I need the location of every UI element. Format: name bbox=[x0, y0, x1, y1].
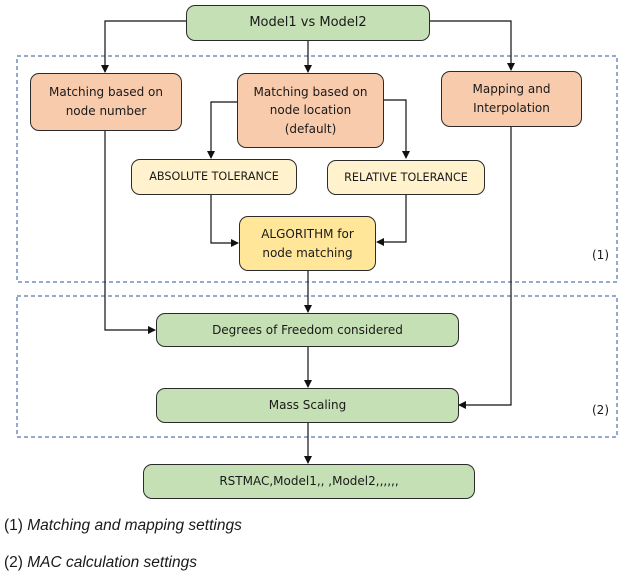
arrow-title-to-match-number bbox=[101, 20, 186, 73]
node-matching-node-number: Matching based on node number bbox=[30, 73, 182, 131]
node-algorithm-node-matching: ALGORITHM for node matching bbox=[239, 216, 376, 271]
node-relative-tolerance: RELATIVE TOLERANCE bbox=[327, 160, 485, 195]
arrow-title-to-mapping bbox=[430, 20, 515, 71]
group-1-label: (1) bbox=[592, 248, 609, 262]
node-matching-node-location: Matching based on node location (default… bbox=[237, 73, 384, 148]
arrow-abs-tol-to-algorithm bbox=[210, 194, 239, 247]
node-absolute-tolerance: ABSOLUTE TOLERANCE bbox=[131, 159, 297, 195]
arrow-rel-tol-to-algorithm bbox=[376, 194, 407, 246]
group-2-label: (2) bbox=[592, 403, 609, 417]
legend-item-2-number: (2) bbox=[4, 554, 23, 571]
node-rstmac-command: RSTMAC,Model1,, ,Model2,,,,,, bbox=[143, 464, 475, 499]
legend-item-2: (2) MAC calculation settings bbox=[4, 554, 197, 572]
legend-item-1-text: Matching and mapping settings bbox=[27, 517, 242, 534]
legend-item-1-number: (1) bbox=[4, 517, 23, 534]
arrow-location-to-abs-tol bbox=[207, 101, 237, 159]
node-model-comparison: Model1 vs Model2 bbox=[186, 5, 430, 41]
node-mass-scaling: Mass Scaling bbox=[156, 388, 459, 423]
node-degrees-of-freedom: Degrees of Freedom considered bbox=[156, 313, 459, 347]
legend-item-2-text: MAC calculation settings bbox=[27, 554, 197, 571]
arrow-location-to-rel-tol bbox=[383, 99, 410, 159]
node-mapping-interpolation: Mapping and Interpolation bbox=[441, 71, 582, 127]
legend-item-1: (1) Matching and mapping settings bbox=[4, 517, 242, 535]
